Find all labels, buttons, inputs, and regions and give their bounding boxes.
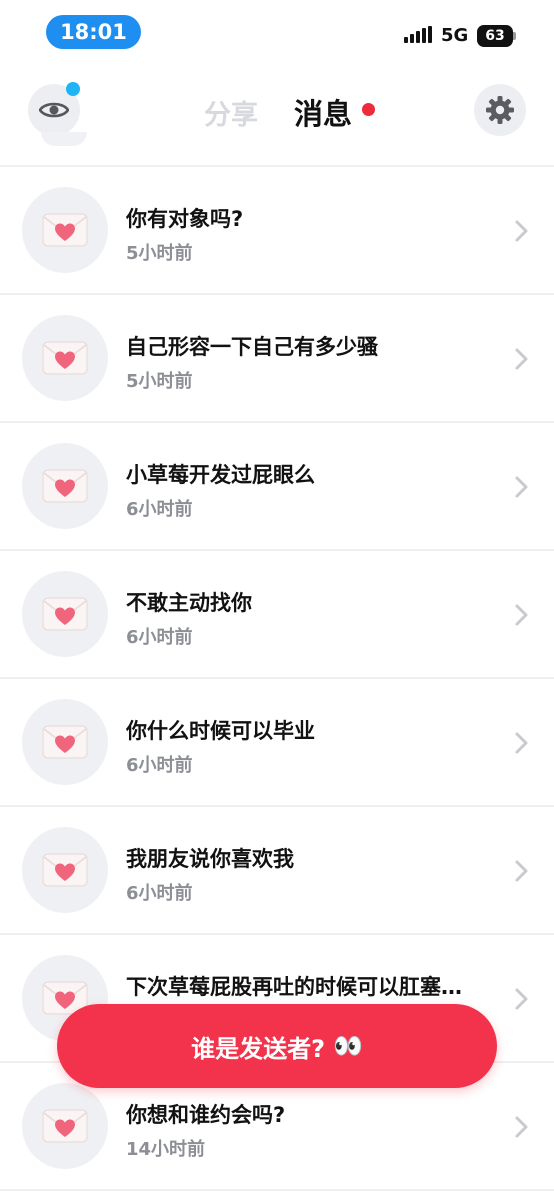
chevron-right-icon — [515, 604, 528, 626]
message-title: 不敢主动找你 — [126, 591, 252, 615]
love-letter-icon — [42, 853, 88, 887]
settings-button[interactable] — [474, 84, 526, 136]
message-avatar — [22, 443, 108, 529]
cta-label: 谁是发送者? — [191, 1034, 326, 1063]
love-letter-icon — [42, 213, 88, 247]
chevron-right-icon — [515, 988, 528, 1010]
message-time: 6小时前 — [126, 883, 193, 904]
love-letter-icon — [42, 597, 88, 631]
message-title: 我朋友说你喜欢我 — [126, 847, 294, 871]
battery-tip — [513, 32, 516, 40]
message-avatar — [22, 315, 108, 401]
who-is-sender-button[interactable]: 谁是发送者? 👀 — [57, 1004, 497, 1088]
unread-dot — [362, 103, 375, 116]
chevron-right-icon — [515, 476, 528, 498]
eye-icon — [39, 102, 69, 118]
message-avatar — [22, 187, 108, 273]
message-item[interactable]: 自己形容一下自己有多少骚 5小时前 — [0, 295, 554, 423]
message-avatar — [22, 571, 108, 657]
chevron-right-icon — [515, 348, 528, 370]
message-avatar — [22, 827, 108, 913]
message-avatar — [22, 1083, 108, 1169]
signal-icon — [404, 26, 432, 43]
top-header: 分享 消息 — [0, 66, 554, 164]
notification-dot — [66, 82, 80, 96]
message-item[interactable]: 小草莓开发过屁眼么 6小时前 — [0, 423, 554, 551]
battery-icon: 63 — [477, 25, 513, 47]
message-time: 5小时前 — [126, 243, 193, 264]
eyes-icon: 👀 — [333, 1032, 363, 1060]
message-title: 你什么时候可以毕业 — [126, 719, 315, 743]
message-time: 14小时前 — [126, 1139, 206, 1160]
tab-messages[interactable]: 消息 — [294, 91, 352, 133]
message-avatar — [22, 699, 108, 785]
message-time: 6小时前 — [126, 499, 193, 520]
chevron-right-icon — [515, 220, 528, 242]
message-title: 自己形容一下自己有多少骚 — [126, 335, 378, 359]
message-time: 6小时前 — [126, 755, 193, 776]
love-letter-icon — [42, 725, 88, 759]
message-title: 下次草莓屁股再吐的时候可以肛塞… — [126, 975, 462, 999]
chevron-right-icon — [515, 1116, 528, 1138]
status-time: 18:01 — [46, 15, 141, 49]
love-letter-icon — [42, 1109, 88, 1143]
status-bar: 18:01 5G 63 — [0, 0, 554, 66]
chevron-right-icon — [515, 860, 528, 882]
message-title: 你有对象吗? — [126, 207, 244, 231]
gear-icon — [486, 96, 514, 124]
network-label: 5G — [441, 25, 469, 46]
message-item[interactable]: 你有对象吗? 5小时前 — [0, 167, 554, 295]
chevron-right-icon — [515, 732, 528, 754]
tab-share[interactable]: 分享 — [204, 93, 258, 132]
message-time: 5小时前 — [126, 371, 193, 392]
love-letter-icon — [42, 341, 88, 375]
message-title: 小草莓开发过屁眼么 — [126, 463, 315, 487]
message-item[interactable]: 不敢主动找你 6小时前 — [0, 551, 554, 679]
message-item[interactable]: 我朋友说你喜欢我 6小时前 — [0, 807, 554, 935]
scrolled-avatar-edge — [41, 132, 87, 146]
message-time: 6小时前 — [126, 627, 193, 648]
message-title: 你想和谁约会吗? — [126, 1103, 286, 1127]
message-item[interactable]: 你什么时候可以毕业 6小时前 — [0, 679, 554, 807]
love-letter-icon — [42, 469, 88, 503]
